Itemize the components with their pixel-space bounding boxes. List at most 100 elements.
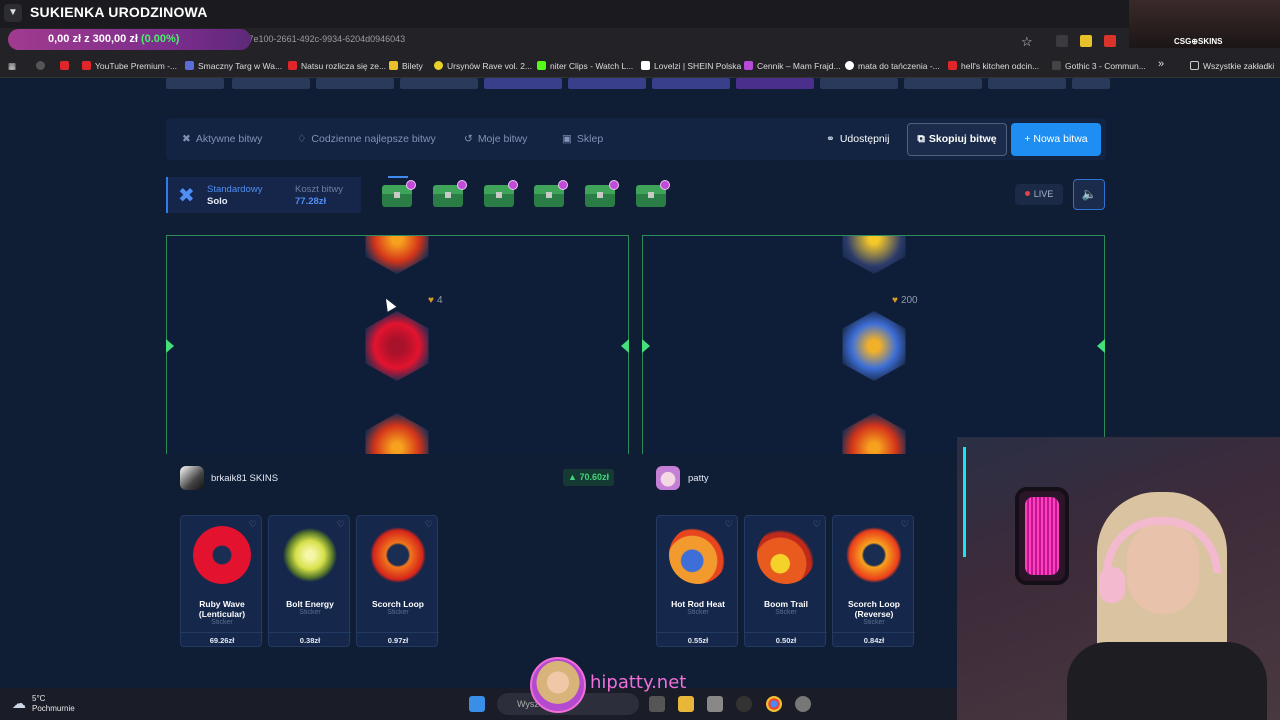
site-icon xyxy=(744,61,753,70)
new-battle-button[interactable]: + Nowa bitwa xyxy=(1011,123,1101,156)
weather-condition: Pochmurnie xyxy=(32,704,75,713)
cost-label: Koszt bitwy xyxy=(295,184,344,195)
app-icon[interactable] xyxy=(736,696,752,712)
item-card[interactable]: ♡ Hot Rod Heat Sticker 0.55zł xyxy=(656,515,739,647)
drop-chip[interactable] xyxy=(1072,78,1110,89)
item-card[interactable]: ♡ Bolt Energy Sticker 0.38zł xyxy=(268,515,351,647)
bookmark-item[interactable]: niter Clips - Watch L... xyxy=(537,61,633,71)
case-icon[interactable] xyxy=(532,180,568,208)
case-icon[interactable] xyxy=(431,180,467,208)
google-icon xyxy=(845,61,854,70)
apps-grid-icon[interactable]: ▦ xyxy=(8,61,16,72)
case-icon[interactable] xyxy=(583,180,619,208)
drop-chip[interactable] xyxy=(232,78,310,89)
bookmark-item[interactable]: Smaczny Targ w Wa... xyxy=(185,61,282,71)
player-name[interactable]: brkaik81 SKINS xyxy=(211,473,278,484)
arrow-up-icon: ▲ xyxy=(568,472,580,482)
player-name[interactable]: patty xyxy=(688,473,709,484)
item-type: Sticker xyxy=(775,609,797,616)
favorite-icon[interactable]: ♡ xyxy=(249,519,257,530)
drop-chip[interactable] xyxy=(820,78,898,89)
bookmark-item[interactable]: mata do tańczenia -... xyxy=(845,61,940,71)
kick-icon xyxy=(537,61,546,70)
item-card[interactable]: ♡ Scorch Loop Sticker 0.97zł xyxy=(356,515,439,647)
nav-shop[interactable]: ▣ Sklep xyxy=(562,133,603,145)
tab-list-button[interactable]: ▼ xyxy=(4,4,22,22)
bookmark-star-icon[interactable]: ☆ xyxy=(1021,34,1033,50)
drop-chip[interactable] xyxy=(484,78,562,89)
favorite-icon[interactable]: ♡ xyxy=(337,519,345,530)
brand-watermark: hipatty.net xyxy=(590,672,687,693)
case-icon[interactable] xyxy=(380,176,416,208)
nav-active-battles[interactable]: ✖ Aktywne bitwy xyxy=(182,133,262,145)
nav-daily-best[interactable]: ♢ Codzienne najlepsze bitwy xyxy=(297,133,436,145)
favorite-icon[interactable]: ♡ xyxy=(725,519,733,530)
more-bookmarks-button[interactable]: » xyxy=(1158,58,1164,70)
avatar[interactable] xyxy=(656,466,680,490)
case-icon[interactable] xyxy=(482,180,518,208)
bookmark-item[interactable]: hell's kitchen odcin... xyxy=(948,61,1039,71)
folder-icon xyxy=(1190,61,1199,70)
site-icon xyxy=(185,61,194,70)
bookmark-item[interactable]: Cennik – Mam Frajd... xyxy=(744,61,841,71)
youtube-icon xyxy=(288,61,297,70)
weather-temp: 5°C xyxy=(32,694,46,703)
bookmark-item[interactable]: YouTube Premium -... xyxy=(82,61,177,71)
bookmark-item[interactable]: Bilety xyxy=(389,61,423,71)
file-explorer-icon[interactable] xyxy=(678,696,694,712)
mode-value: Solo xyxy=(207,196,228,207)
item-name: Scorch Loop xyxy=(372,599,424,609)
sound-toggle-button[interactable]: 🔈 xyxy=(1073,179,1105,210)
favorite-icon[interactable]: ♡ xyxy=(813,519,821,530)
reel-player-1 xyxy=(166,235,629,454)
drop-chip[interactable] xyxy=(652,78,730,89)
sticker-image xyxy=(757,526,815,584)
nav-my-battles[interactable]: ↺ Moje bitwy xyxy=(464,133,527,145)
item-name: Bolt Energy xyxy=(286,599,334,609)
share-button[interactable]: ⚭ Udostępnij xyxy=(826,133,889,145)
headset-cup xyxy=(1099,567,1125,603)
weather-widget[interactable]: ☁ 5°C Pochmurnie xyxy=(12,694,75,714)
mode-label: Standardowy xyxy=(207,184,263,195)
copy-battle-button[interactable]: ⧉ Skopiuj bitwę xyxy=(907,123,1007,156)
chrome-icon[interactable] xyxy=(766,696,782,712)
share-icon: ⚭ xyxy=(826,133,835,145)
windows-start-icon[interactable] xyxy=(469,696,485,712)
avatar[interactable] xyxy=(180,466,204,490)
settings-icon[interactable] xyxy=(795,696,811,712)
item-card[interactable]: ♡ Boom Trail Sticker 0.50zł xyxy=(744,515,827,647)
drop-chip[interactable] xyxy=(166,78,224,89)
store-icon[interactable] xyxy=(707,696,723,712)
bookmark-item[interactable]: Gothic 3 - Commun... xyxy=(1052,61,1146,71)
reel-quantity: ♥ 4 xyxy=(428,295,443,306)
case-icon[interactable] xyxy=(634,180,670,208)
drop-chip[interactable] xyxy=(988,78,1066,89)
basket-icon: ▣ xyxy=(562,133,572,145)
heart-icon: ♥ xyxy=(428,295,434,306)
extension-icon[interactable] xyxy=(1056,35,1068,47)
reel-item xyxy=(842,236,906,274)
donation-goal-overlay: 0,00 zł z 300,00 zł (0.00%) xyxy=(8,29,251,50)
live-dot-icon xyxy=(1024,191,1030,196)
favorite-icon[interactable]: ♡ xyxy=(901,519,909,530)
extension-icon[interactable] xyxy=(1104,35,1116,47)
extension-icon[interactable] xyxy=(1080,35,1092,47)
bookmark-item[interactable]: Lovelzi | SHEIN Polska xyxy=(641,61,741,71)
drop-chip[interactable] xyxy=(736,78,814,89)
bookmark-item[interactable]: Ursynów Rave vol. 2... xyxy=(434,61,532,71)
item-price: 0.84zł xyxy=(833,632,915,647)
favorite-icon[interactable]: ♡ xyxy=(425,519,433,530)
item-card[interactable]: ♡ Scorch Loop (Reverse) Sticker 0.84zł xyxy=(832,515,915,647)
drop-chip[interactable] xyxy=(400,78,478,89)
reel-player-2 xyxy=(642,235,1105,454)
drop-chip[interactable] xyxy=(904,78,982,89)
drop-chip[interactable] xyxy=(316,78,394,89)
reel-item xyxy=(365,413,429,454)
drop-chip[interactable] xyxy=(568,78,646,89)
task-view-icon[interactable] xyxy=(649,696,665,712)
bookmark-icon-only[interactable] xyxy=(60,61,73,71)
bookmark-icon-only[interactable] xyxy=(36,61,49,71)
all-bookmarks-folder[interactable]: Wszystkie zakładki xyxy=(1190,61,1274,71)
bookmark-item[interactable]: Natsu rozlicza się ze... xyxy=(288,61,386,71)
item-card[interactable]: ♡ Ruby Wave (Lenticular) Sticker 69.26zł xyxy=(180,515,263,647)
